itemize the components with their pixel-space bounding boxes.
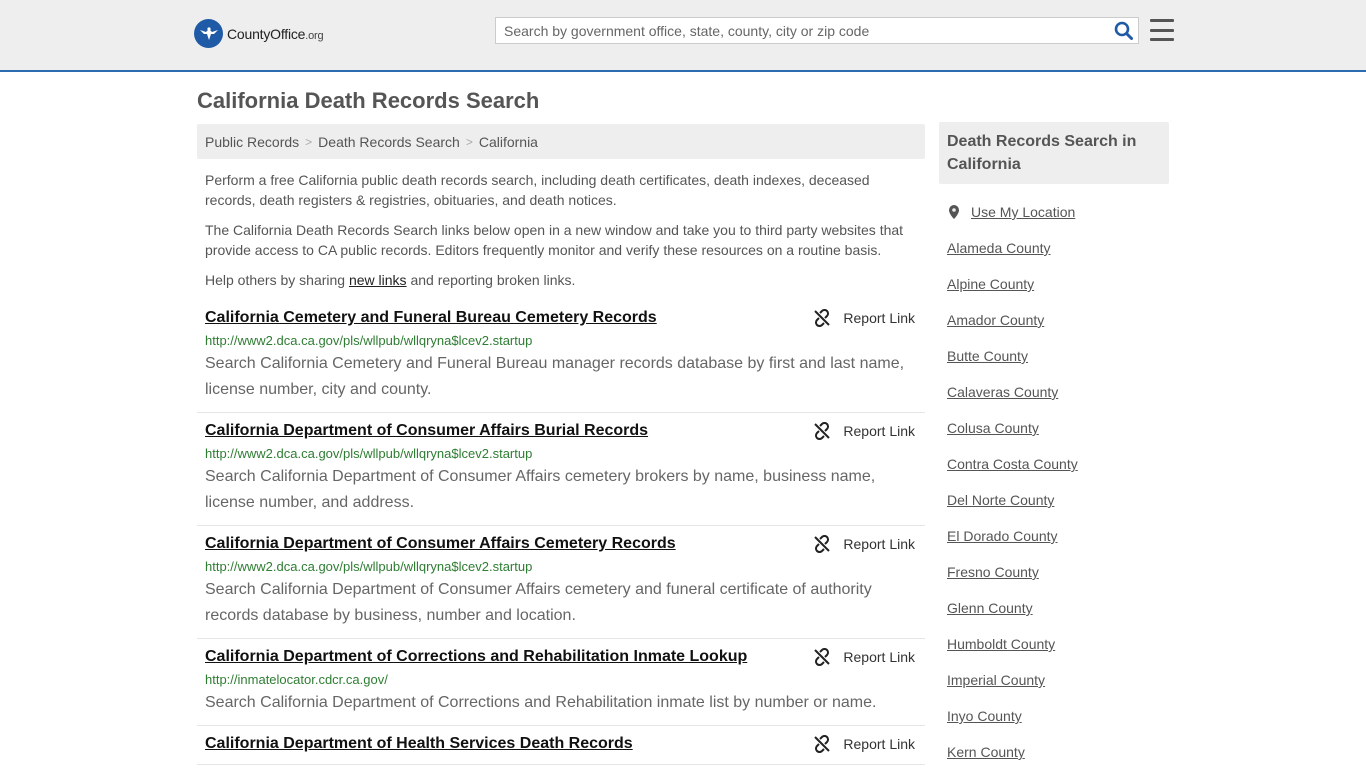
list-item: Alameda County	[947, 230, 1161, 266]
eagle-seal-icon	[194, 19, 223, 48]
list-item: Imperial County	[947, 662, 1161, 698]
logo-name: CountyOffice	[227, 25, 306, 42]
record-title-link[interactable]: California Cemetery and Funeral Bureau C…	[205, 307, 917, 329]
use-my-location-link[interactable]: Use My Location	[971, 204, 1075, 220]
record-description: Search California Department of Correcti…	[205, 694, 877, 711]
record-description: Search California Department of Consumer…	[205, 581, 872, 624]
intro-paragraph: The California Death Records Search link…	[205, 222, 904, 258]
broken-link-icon	[814, 422, 831, 440]
county-link[interactable]: Inyo County	[947, 708, 1022, 724]
county-link[interactable]: Amador County	[947, 312, 1044, 328]
county-link[interactable]: Fresno County	[947, 564, 1039, 580]
breadcrumb-public-records[interactable]: Public Records	[205, 134, 299, 150]
county-link[interactable]: Glenn County	[947, 600, 1033, 616]
county-list: Use My Location Alameda County Alpine Co…	[939, 194, 1169, 770]
county-link[interactable]: Colusa County	[947, 420, 1039, 436]
report-link-label: Report Link	[843, 536, 915, 552]
broken-link-icon	[814, 535, 831, 553]
list-item: Use My Location	[947, 194, 1161, 230]
record-item: California Department of Corrections and…	[197, 639, 925, 726]
record-item: California Department of Consumer Affair…	[197, 413, 925, 526]
list-item: Humboldt County	[947, 626, 1161, 662]
county-link[interactable]: Alpine County	[947, 276, 1034, 292]
search-input[interactable]	[496, 18, 1108, 43]
report-link-label: Report Link	[843, 423, 915, 439]
county-link[interactable]: Humboldt County	[947, 636, 1055, 652]
breadcrumb-separator: >	[465, 134, 473, 149]
record-title-link[interactable]: California Department of Consumer Affair…	[205, 420, 917, 442]
record-url: http://inmatelocator.cdcr.ca.gov/	[205, 672, 388, 687]
broken-link-icon	[814, 309, 831, 327]
search-icon	[1114, 21, 1133, 40]
hamburger-menu-icon[interactable]	[1150, 19, 1174, 41]
share-note: Help others by sharing new links and rep…	[205, 270, 917, 290]
breadcrumb: Public Records > Death Records Search > …	[197, 124, 925, 159]
page-title: California Death Records Search	[197, 88, 540, 113]
record-title-link[interactable]: California Department of Corrections and…	[205, 646, 917, 668]
report-link-label: Report Link	[843, 310, 915, 326]
list-item: Fresno County	[947, 554, 1161, 590]
report-link-label: Report Link	[843, 649, 915, 665]
list-item: Inyo County	[947, 698, 1161, 734]
broken-link-icon	[814, 648, 831, 666]
search-button[interactable]	[1108, 18, 1138, 43]
breadcrumb-death-records-search[interactable]: Death Records Search	[318, 134, 460, 150]
share-note-text: Help others by sharing	[205, 272, 349, 288]
record-description: Search California Cemetery and Funeral B…	[205, 355, 905, 398]
record-url: http://www2.dca.ca.gov/pls/wllpub/wllqry…	[205, 446, 533, 461]
new-links-link[interactable]: new links	[349, 272, 407, 288]
list-item: Calaveras County	[947, 374, 1161, 410]
county-link[interactable]: Butte County	[947, 348, 1028, 364]
report-link-button[interactable]: Report Link	[813, 735, 915, 753]
intro-paragraph: Perform a free California public death r…	[205, 172, 870, 208]
sidebar-title: Death Records Search in California	[939, 122, 1169, 184]
report-link-button[interactable]: Report Link	[813, 535, 915, 553]
record-title-link[interactable]: California Department of Health Services…	[205, 733, 917, 755]
list-item: Del Norte County	[947, 482, 1161, 518]
broken-link-icon	[814, 735, 831, 753]
record-description: Search California Department of Consumer…	[205, 468, 876, 511]
breadcrumb-separator: >	[305, 134, 313, 149]
list-item: Butte County	[947, 338, 1161, 374]
county-link[interactable]: Contra Costa County	[947, 456, 1078, 472]
logo-tld: .org	[305, 29, 324, 42]
search-box	[495, 17, 1139, 44]
intro: Perform a free California public death r…	[197, 170, 925, 290]
record-item: California Cemetery and Funeral Bureau C…	[197, 300, 925, 413]
sidebar: Death Records Search in California Use M…	[939, 122, 1169, 770]
report-link-label: Report Link	[843, 736, 915, 752]
site-logo[interactable]: CountyOffice.org	[194, 19, 324, 48]
list-item: Contra Costa County	[947, 446, 1161, 482]
share-note-text: and reporting broken links.	[406, 272, 576, 288]
main-content: Public Records > Death Records Search > …	[197, 124, 925, 765]
site-header: CountyOffice.org	[0, 0, 1366, 72]
list-item: Amador County	[947, 302, 1161, 338]
record-item: California Department of Consumer Affair…	[197, 526, 925, 639]
county-link[interactable]: Del Norte County	[947, 492, 1054, 508]
record-item: California Department of Health Services…	[197, 726, 925, 765]
county-link[interactable]: Imperial County	[947, 672, 1045, 688]
report-link-button[interactable]: Report Link	[813, 309, 915, 327]
record-url: http://www2.dca.ca.gov/pls/wllpub/wllqry…	[205, 333, 533, 348]
list-item: Colusa County	[947, 410, 1161, 446]
list-item: El Dorado County	[947, 518, 1161, 554]
list-item: Glenn County	[947, 590, 1161, 626]
record-url: http://www2.dca.ca.gov/pls/wllpub/wllqry…	[205, 559, 533, 574]
location-pin-icon	[949, 205, 959, 219]
report-link-button[interactable]: Report Link	[813, 648, 915, 666]
county-link[interactable]: Kern County	[947, 744, 1025, 760]
county-link[interactable]: Calaveras County	[947, 384, 1058, 400]
record-title-link[interactable]: California Department of Consumer Affair…	[205, 533, 917, 555]
list-item: Alpine County	[947, 266, 1161, 302]
logo-text: CountyOffice.org	[227, 25, 324, 42]
county-link[interactable]: Alameda County	[947, 240, 1051, 256]
breadcrumb-california[interactable]: California	[479, 134, 538, 150]
county-link[interactable]: El Dorado County	[947, 528, 1058, 544]
records-list: California Cemetery and Funeral Bureau C…	[197, 300, 925, 765]
list-item: Kern County	[947, 734, 1161, 770]
report-link-button[interactable]: Report Link	[813, 422, 915, 440]
